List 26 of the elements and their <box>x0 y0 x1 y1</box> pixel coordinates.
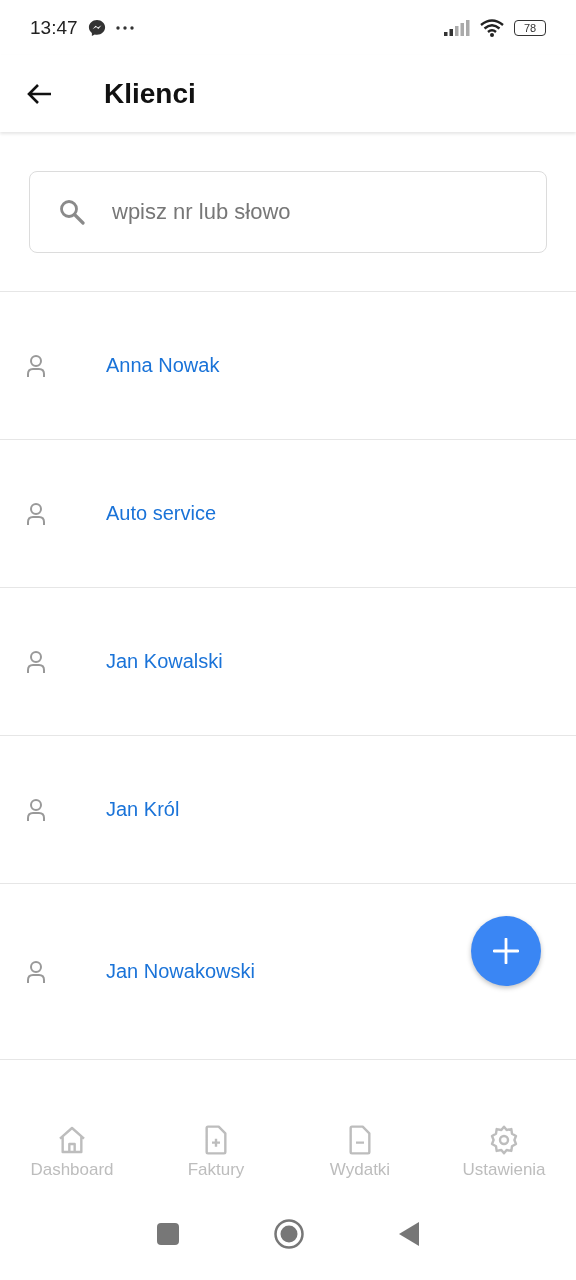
more-icon <box>115 25 134 30</box>
person-icon <box>26 649 46 674</box>
battery-level: 78 <box>514 19 546 36</box>
client-name[interactable]: Auto service <box>106 502 217 525</box>
messenger-icon <box>87 18 106 37</box>
person-icon <box>26 959 46 984</box>
add-button[interactable] <box>471 916 541 986</box>
client-name[interactable]: Jan Kowalski <box>106 650 223 673</box>
client-name[interactable]: Anna Nowak <box>106 354 220 377</box>
plus-icon <box>493 938 519 964</box>
person-icon <box>26 797 46 822</box>
signal-icon <box>444 19 470 36</box>
recent-apps-icon[interactable] <box>157 1223 179 1245</box>
settings-icon <box>488 1124 520 1156</box>
search-field[interactable]: wpisz nr lub słowo <box>29 170 547 253</box>
search-icon <box>59 198 85 225</box>
home-button-icon[interactable] <box>274 1219 304 1249</box>
client-name[interactable]: Jan Król <box>106 798 180 821</box>
wifi-icon <box>480 18 504 37</box>
page-title: Klienci <box>104 77 196 110</box>
back-icon[interactable] <box>399 1222 419 1246</box>
back-arrow-icon[interactable] <box>26 82 52 105</box>
person-icon <box>26 353 46 378</box>
status-time: 13:47 <box>30 16 78 39</box>
person-icon <box>26 501 46 526</box>
client-name[interactable]: Jan Nowakowski <box>106 960 255 983</box>
